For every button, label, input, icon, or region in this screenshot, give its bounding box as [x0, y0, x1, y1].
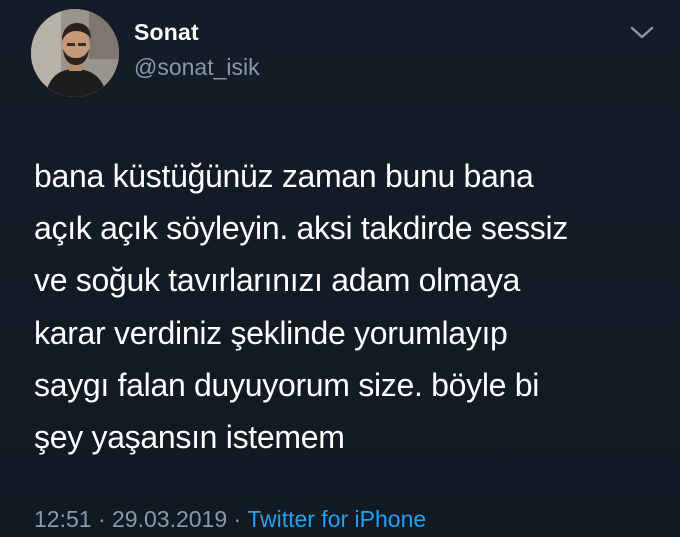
chevron-down-icon[interactable] [628, 22, 656, 44]
avatar-photo [31, 9, 119, 97]
tweet-text-line: şey yaşansın istemem [34, 419, 345, 456]
tweet-text: bana küstüğünüz zaman bunu bana açık açı… [34, 150, 664, 463]
meta-separator: · [233, 506, 242, 532]
tweet-time[interactable]: 12:51 [34, 506, 92, 532]
tweet-text-line: karar verdiniz şeklinde yorumlayıp [34, 314, 508, 351]
tweet-text-line: bana küstüğünüz zaman bunu bana [34, 158, 534, 194]
meta-separator: · [97, 506, 106, 532]
tweet-source-link[interactable]: Twitter for iPhone [247, 506, 426, 532]
tweet-card: Sonat @sonat_isik bana küstüğünüz zaman … [0, 0, 680, 537]
tweet-text-line: ve soğuk tavırlarınızı adam olmaya [34, 262, 521, 299]
avatar[interactable] [31, 9, 119, 97]
tweet-text-line: açık açık söyleyin. aksi takdirde sessiz [34, 210, 568, 247]
tweet-date[interactable]: 29.03.2019 [112, 506, 227, 532]
tweet-text-line: saygı falan duyuyorum size. böyle bi [34, 366, 540, 403]
tweet-meta: 12:51 · 29.03.2019 · Twitter for iPhone [34, 506, 426, 533]
user-handle[interactable]: @sonat_isik [134, 54, 260, 81]
display-name[interactable]: Sonat [134, 19, 199, 46]
